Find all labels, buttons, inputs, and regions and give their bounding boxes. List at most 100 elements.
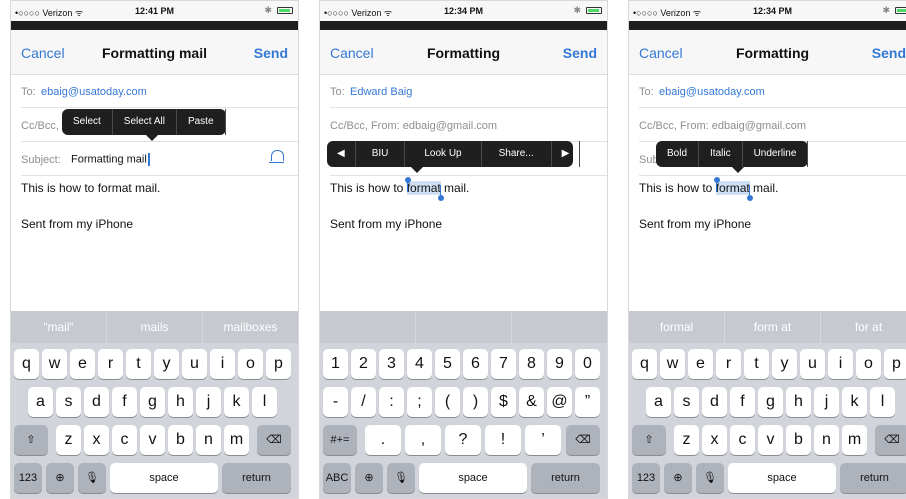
key-g[interactable]: g (758, 387, 783, 417)
key-v[interactable]: v (140, 425, 165, 455)
prediction-3[interactable]: mailboxes (203, 311, 298, 343)
key-b[interactable]: b (168, 425, 193, 455)
key-dash[interactable]: - (323, 387, 348, 417)
globe-icon[interactable]: ⊕ (355, 463, 383, 493)
key-h[interactable]: h (786, 387, 811, 417)
key-u[interactable]: u (800, 349, 825, 379)
key-p[interactable]: p (266, 349, 291, 379)
prediction-1[interactable] (320, 311, 416, 343)
menu-underline[interactable]: Underline (743, 141, 809, 167)
key-z[interactable]: z (674, 425, 699, 455)
key-close-paren[interactable]: ) (463, 387, 488, 417)
key-i[interactable]: i (828, 349, 853, 379)
key-w[interactable]: w (42, 349, 67, 379)
key-g[interactable]: g (140, 387, 165, 417)
send-button[interactable]: Send (563, 45, 597, 61)
to-value[interactable]: Edward Baig (350, 86, 412, 98)
key-ampersand[interactable]: & (519, 387, 544, 417)
symbols-key[interactable]: #+= (323, 425, 357, 455)
key-m[interactable]: m (842, 425, 867, 455)
selection-handle-end[interactable] (746, 185, 753, 201)
key-y[interactable]: y (772, 349, 797, 379)
key-s[interactable]: s (56, 387, 81, 417)
key-1[interactable]: 1 (323, 349, 348, 379)
menu-paste[interactable]: Paste (177, 109, 226, 135)
selection-handle-start[interactable] (404, 177, 411, 192)
prediction-1[interactable]: “mail” (11, 311, 107, 343)
body-signature[interactable]: Sent from my iPhone (639, 217, 751, 231)
key-n[interactable]: n (814, 425, 839, 455)
menu-share[interactable]: Share... (482, 141, 552, 167)
bell-icon[interactable] (269, 150, 284, 163)
key-open-paren[interactable]: ( (435, 387, 460, 417)
key-r[interactable]: r (98, 349, 123, 379)
key-period[interactable]: . (365, 425, 401, 455)
to-value[interactable]: ebaig@usatoday.com (659, 86, 765, 98)
key-f[interactable]: f (112, 387, 137, 417)
body-line-1[interactable]: This is how to format mail. (639, 177, 778, 201)
to-field[interactable]: To: ebaig@usatoday.com (639, 74, 906, 108)
key-n[interactable]: n (196, 425, 221, 455)
key-p[interactable]: p (884, 349, 906, 379)
globe-icon[interactable]: ⊕ (664, 463, 692, 493)
space-key[interactable]: space (110, 463, 218, 493)
key-l[interactable]: l (252, 387, 277, 417)
key-a[interactable]: a (28, 387, 53, 417)
space-key[interactable]: space (728, 463, 836, 493)
prediction-2[interactable] (416, 311, 512, 343)
key-h[interactable]: h (168, 387, 193, 417)
send-button[interactable]: Send (872, 45, 906, 61)
prediction-2[interactable]: mails (107, 311, 203, 343)
to-value[interactable]: ebaig@usatoday.com (41, 86, 147, 98)
numbers-key[interactable]: 123 (14, 463, 42, 493)
key-question[interactable]: ? (445, 425, 481, 455)
selection-handle-end[interactable] (437, 185, 444, 201)
key-dollar[interactable]: $ (491, 387, 516, 417)
key-quote[interactable]: ” (575, 387, 600, 417)
key-2[interactable]: 2 (351, 349, 376, 379)
key-z[interactable]: z (56, 425, 81, 455)
prediction-3[interactable]: for at (821, 311, 906, 343)
selection-handle-start[interactable] (713, 177, 720, 192)
backspace-icon[interactable]: ⌫ (875, 425, 906, 455)
menu-italic[interactable]: Italic (699, 141, 743, 167)
key-o[interactable]: o (856, 349, 881, 379)
cc-field[interactable]: Cc/Bcc, From: edbaig@gmail.com (639, 108, 906, 142)
prediction-2[interactable]: form at (725, 311, 821, 343)
subject-value[interactable]: Formatting mail (71, 153, 150, 166)
send-button[interactable]: Send (254, 45, 288, 61)
key-x[interactable]: x (84, 425, 109, 455)
key-l[interactable]: l (870, 387, 895, 417)
key-k[interactable]: k (224, 387, 249, 417)
mic-icon[interactable]: 🎙 (78, 463, 106, 493)
selected-word[interactable]: format (713, 177, 753, 201)
letters-key[interactable]: ABC (323, 463, 351, 493)
space-key[interactable]: space (419, 463, 527, 493)
return-key[interactable]: return (840, 463, 906, 493)
key-d[interactable]: d (84, 387, 109, 417)
selected-word[interactable]: format (404, 177, 444, 201)
backspace-icon[interactable]: ⌫ (566, 425, 600, 455)
key-m[interactable]: m (224, 425, 249, 455)
numbers-key[interactable]: 123 (632, 463, 660, 493)
key-j[interactable]: j (814, 387, 839, 417)
key-7[interactable]: 7 (491, 349, 516, 379)
menu-next-arrow[interactable]: ▶ (552, 141, 581, 167)
key-b[interactable]: b (786, 425, 811, 455)
key-6[interactable]: 6 (463, 349, 488, 379)
body-signature[interactable]: Sent from my iPhone (21, 217, 133, 231)
return-key[interactable]: return (222, 463, 291, 493)
body-signature[interactable]: Sent from my iPhone (330, 217, 442, 231)
key-j[interactable]: j (196, 387, 221, 417)
key-3[interactable]: 3 (379, 349, 404, 379)
mic-icon[interactable]: 🎙 (696, 463, 724, 493)
key-5[interactable]: 5 (435, 349, 460, 379)
key-i[interactable]: i (210, 349, 235, 379)
key-t[interactable]: t (126, 349, 151, 379)
key-s[interactable]: s (674, 387, 699, 417)
menu-select-all[interactable]: Select All (113, 109, 177, 135)
key-apostrophe[interactable]: ’ (525, 425, 561, 455)
menu-prev-arrow[interactable]: ◀ (327, 141, 356, 167)
body-line-1[interactable]: This is how to format mail. (330, 177, 469, 201)
key-semicolon[interactable]: ; (407, 387, 432, 417)
